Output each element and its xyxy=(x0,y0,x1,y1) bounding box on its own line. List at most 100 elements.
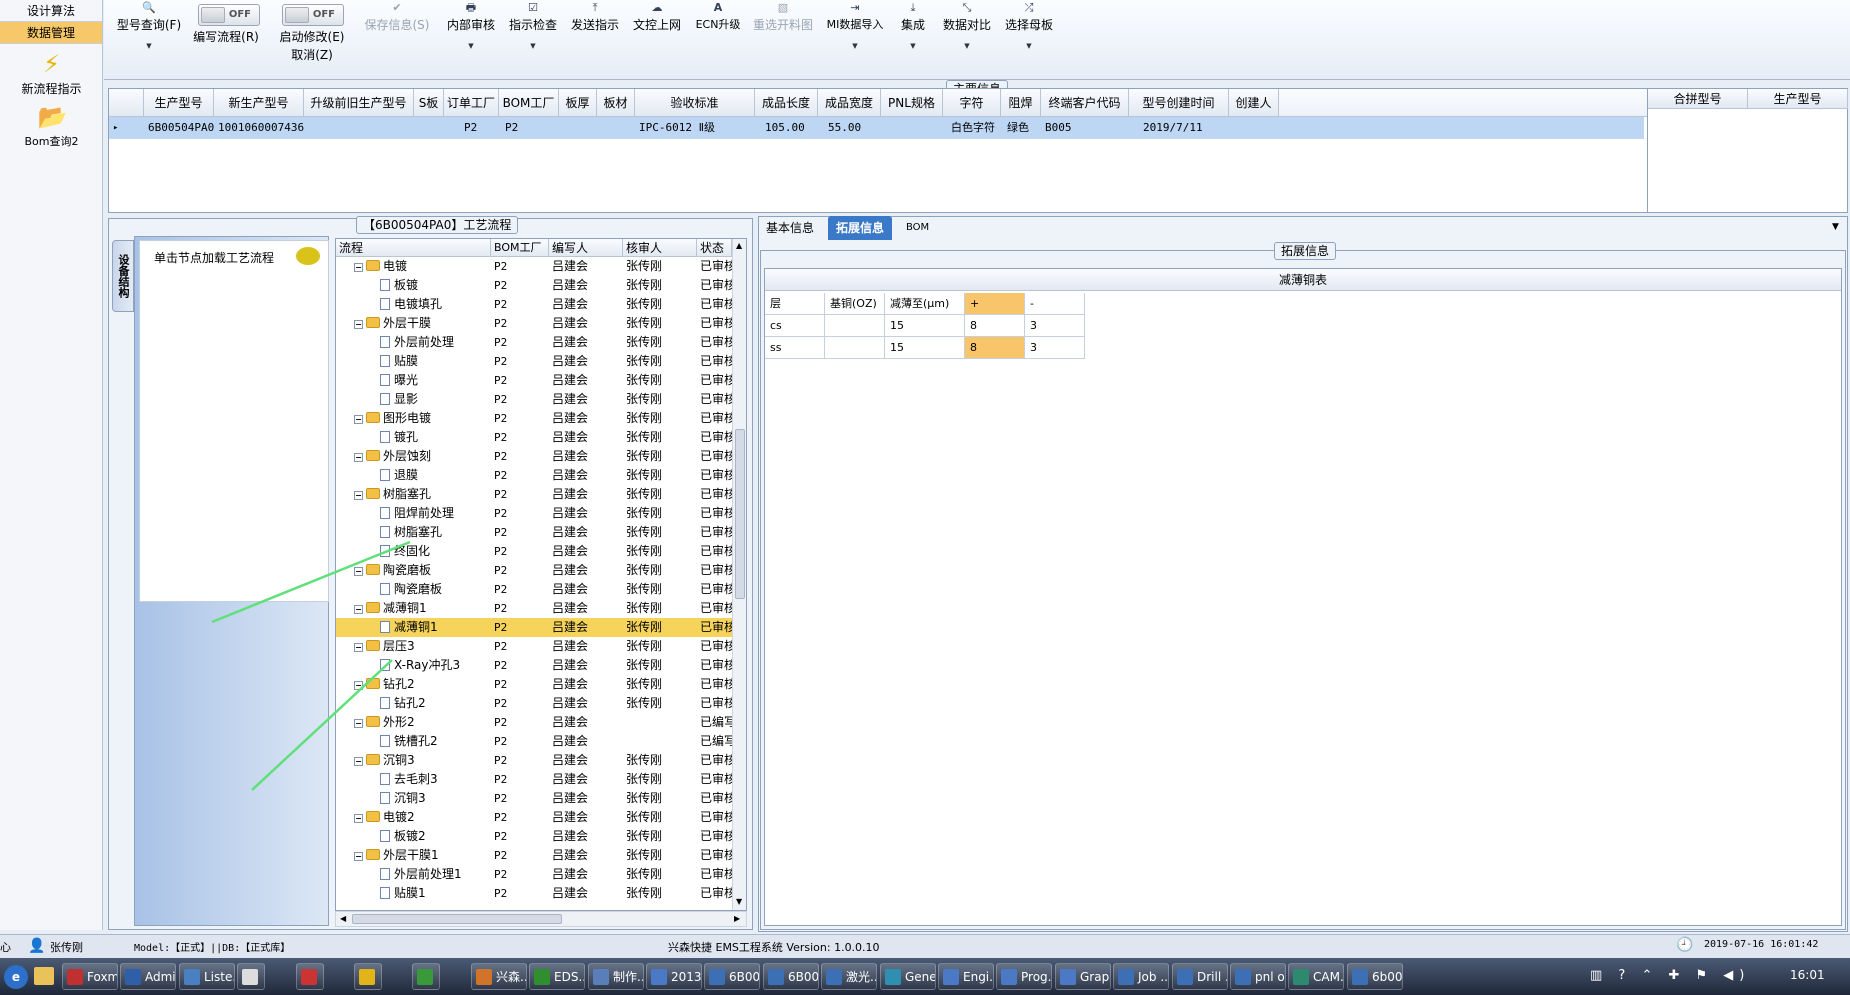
taskbar-item-label: CAM... xyxy=(1313,970,1344,984)
cell[interactable]: 3 xyxy=(1025,315,1085,337)
taskbar-item-label: Gene... xyxy=(905,970,936,984)
taskbar-item-label: 6B00... xyxy=(729,970,760,984)
app-icon xyxy=(1060,969,1076,985)
app-icon xyxy=(417,969,433,985)
taskbar-item[interactable]: Liste... xyxy=(179,963,235,990)
taskbar-item-label: 6b00... xyxy=(1372,970,1403,984)
taskbar-item[interactable]: Engi... xyxy=(938,963,994,990)
taskbar-item-label: Engi... xyxy=(963,970,993,984)
app-icon xyxy=(1001,969,1017,985)
app-icon xyxy=(1352,969,1368,985)
col-header[interactable]: 减薄至(μm) xyxy=(885,293,965,315)
taskbar-clock[interactable]: 16:01 xyxy=(1790,968,1825,982)
taskbar-item-label: Drill ... xyxy=(1197,970,1227,984)
col-header[interactable]: - xyxy=(1025,293,1085,315)
user-icon: 👤 xyxy=(28,938,46,954)
taskbar-item[interactable]: 制作... xyxy=(588,963,644,990)
app-icon xyxy=(768,969,784,985)
taskbar-item[interactable]: 激光... xyxy=(821,963,877,990)
tab-bom[interactable]: BOM xyxy=(898,216,937,240)
cell[interactable]: 3 xyxy=(1025,337,1085,359)
cell[interactable]: cs xyxy=(765,315,825,337)
taskbar-item[interactable] xyxy=(296,963,324,990)
taskbar-item[interactable]: 2013... xyxy=(646,963,702,990)
app-icon xyxy=(184,969,200,985)
taskbar-item-label: Prog... xyxy=(1021,970,1052,984)
taskbar-item[interactable]: EDS... xyxy=(529,963,585,990)
app-icon xyxy=(359,969,375,985)
taskbar-item-label: 6B00... xyxy=(788,970,819,984)
cell[interactable] xyxy=(825,315,885,337)
app-icon xyxy=(1293,969,1309,985)
app-icon xyxy=(301,969,317,985)
col-header[interactable]: 层 xyxy=(765,293,825,315)
col-header[interactable]: 基铜(OZ) xyxy=(825,293,885,315)
app-icon xyxy=(1118,969,1134,985)
taskbar-item-label: 兴森... xyxy=(496,970,526,984)
taskbar-item[interactable]: Grap... xyxy=(1055,963,1111,990)
taskbar-item[interactable]: Drill ... xyxy=(1172,963,1228,990)
tray-icons[interactable]: ▥ ? ⌃ ✚ ⚑ ◀) xyxy=(1590,968,1750,983)
taskbar-item[interactable] xyxy=(237,963,265,990)
app-icon xyxy=(651,969,667,985)
annotation-arrow xyxy=(251,659,393,791)
status-model: Model:【正式】||DB:【正式库】 xyxy=(134,943,291,954)
taskbar: e Foxm... Admi... Liste... 兴森... EDS... 制作...… xyxy=(0,958,1850,995)
app-icon xyxy=(826,969,842,985)
chevron-down-icon[interactable]: ▼ xyxy=(1832,222,1839,232)
status-bar: 心 👤 张传刚 Model:【正式】||DB:【正式库】 兴森快捷 EMS工程系… xyxy=(0,934,1850,958)
extended-info-title: 拓展信息 xyxy=(1274,242,1337,260)
taskbar-item[interactable]: pnl o... xyxy=(1230,963,1286,990)
status-user: 张传刚 xyxy=(50,941,83,954)
tab-extended-info[interactable]: 拓展信息 xyxy=(828,216,893,240)
explorer-icon[interactable] xyxy=(34,967,54,985)
col-header[interactable]: + xyxy=(965,293,1025,315)
taskbar-item-label: EDS... xyxy=(554,970,584,984)
taskbar-item[interactable]: Admi... xyxy=(120,963,176,990)
taskbar-item-label: Job ... xyxy=(1138,970,1169,984)
taskbar-item-label: Grap... xyxy=(1080,970,1110,984)
cell[interactable]: ss xyxy=(765,337,825,359)
taskbar-item[interactable] xyxy=(412,963,440,990)
taskbar-item-label: Liste... xyxy=(204,970,234,984)
taskbar-item-label: Foxm... xyxy=(87,970,117,984)
taskbar-item[interactable]: 6B00... xyxy=(704,963,760,990)
taskbar-item[interactable]: Job ... xyxy=(1113,963,1169,990)
taskbar-item-label: 制作... xyxy=(613,970,643,984)
app-icon xyxy=(534,969,550,985)
app-icon xyxy=(125,969,141,985)
app-icon xyxy=(67,969,83,985)
status-left-text: 心 xyxy=(0,941,11,954)
taskbar-item[interactable] xyxy=(354,963,382,990)
taskbar-item-label: 2013... xyxy=(671,970,702,984)
thinning-table-box: 减薄铜表 层 基铜(OZ) 减薄至(μm) + - cs 15 8 3 ss 1… xyxy=(764,268,1842,926)
table-title: 减薄铜表 xyxy=(765,269,1841,291)
cell[interactable]: 15 xyxy=(885,337,965,359)
taskbar-item-label: Admi... xyxy=(145,970,176,984)
taskbar-item[interactable]: Gene... xyxy=(880,963,936,990)
taskbar-item-label: pnl o... xyxy=(1255,970,1285,984)
cell[interactable] xyxy=(825,337,885,359)
app-icon xyxy=(242,969,258,985)
taskbar-item[interactable]: Prog... xyxy=(996,963,1052,990)
taskbar-item[interactable]: 6B00... xyxy=(763,963,819,990)
tab-basic-info[interactable]: 基本信息 xyxy=(758,216,822,240)
cell[interactable]: 8 xyxy=(965,315,1025,337)
taskbar-item[interactable]: Foxm... xyxy=(62,963,118,990)
taskbar-item[interactable]: 6b00... xyxy=(1347,963,1403,990)
cell-active[interactable]: 8 xyxy=(965,337,1025,359)
app-icon xyxy=(943,969,959,985)
app-icon xyxy=(885,969,901,985)
clock-icon: 🕘 xyxy=(1676,937,1694,953)
taskbar-item[interactable]: CAM... xyxy=(1288,963,1344,990)
app-icon xyxy=(1235,969,1251,985)
app-icon xyxy=(709,969,725,985)
app-icon xyxy=(593,969,609,985)
ie-icon[interactable]: e xyxy=(4,965,28,989)
app-icon xyxy=(476,969,492,985)
cell[interactable]: 15 xyxy=(885,315,965,337)
taskbar-item-label: 激光... xyxy=(846,970,876,984)
status-datetime: 2019-07-16 16:01:42 xyxy=(1704,939,1819,950)
taskbar-item[interactable]: 兴森... xyxy=(471,963,527,990)
status-app: 兴森快捷 EMS工程系统 Version: 1.0.0.10 xyxy=(668,941,880,954)
